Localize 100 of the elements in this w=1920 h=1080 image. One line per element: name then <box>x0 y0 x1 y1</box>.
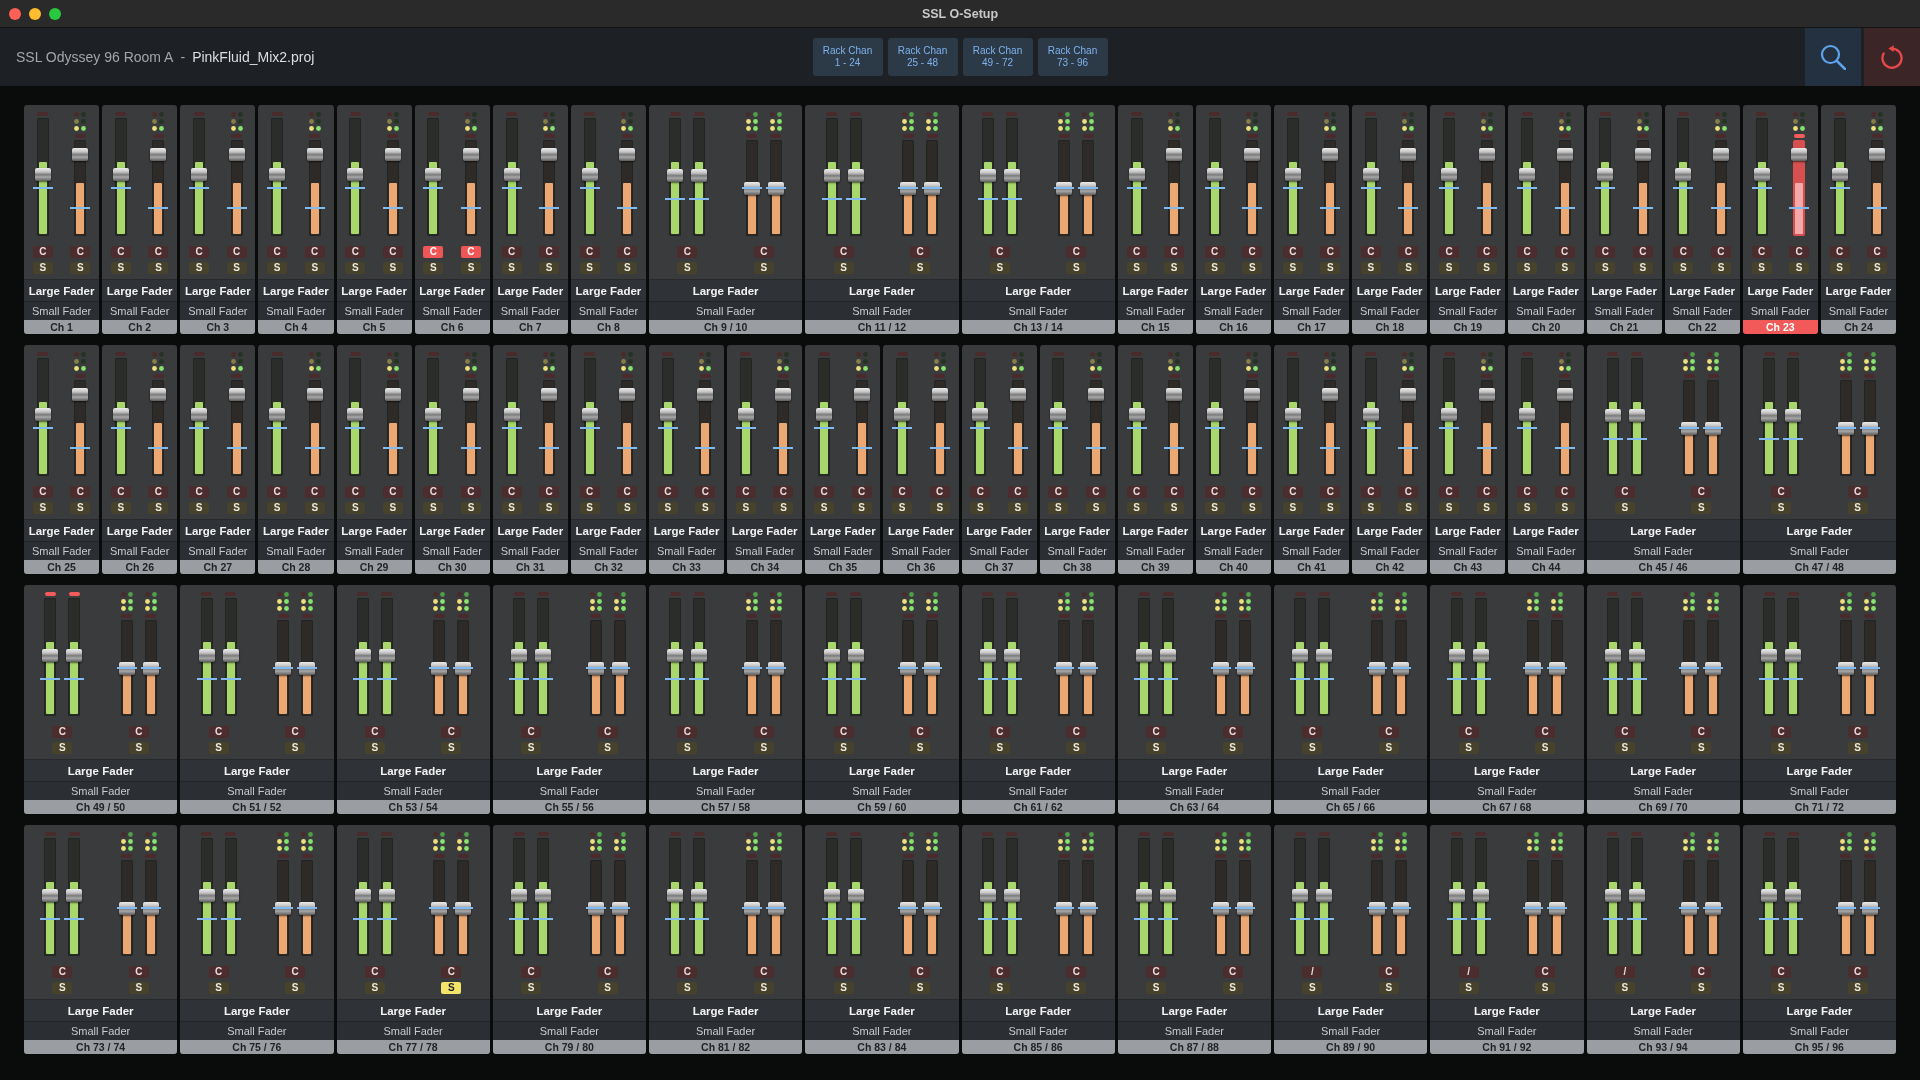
channel-label[interactable]: Ch 59 / 60 <box>805 800 959 814</box>
cut-button[interactable]: C <box>285 726 306 738</box>
solo-button[interactable]: S <box>1320 502 1341 514</box>
cut-button[interactable]: C <box>1320 486 1341 498</box>
fader-knob[interactable] <box>1604 889 1621 903</box>
fader-knob[interactable] <box>979 649 996 663</box>
cut-button[interactable]: C <box>521 966 542 978</box>
solo-button[interactable]: S <box>929 502 950 514</box>
solo-button[interactable]: S <box>1222 742 1243 754</box>
solo-button[interactable]: S <box>52 982 73 994</box>
channel-label[interactable]: Ch 57 / 58 <box>649 800 803 814</box>
cut-button[interactable]: C <box>677 726 698 738</box>
cut-button[interactable]: C <box>1164 486 1185 498</box>
channel-label[interactable]: Ch 1 <box>24 320 100 334</box>
solo-button[interactable]: S <box>1164 262 1185 274</box>
cut-button[interactable]: C <box>1126 246 1147 258</box>
channel-label[interactable]: Ch 5 <box>336 320 412 334</box>
cut-button[interactable]: C <box>1458 726 1479 738</box>
solo-button[interactable]: S <box>460 262 481 274</box>
fader-knob[interactable] <box>1316 649 1333 663</box>
channel-label[interactable]: Ch 24 <box>1820 320 1896 334</box>
cut-button[interactable]: C <box>1710 246 1731 258</box>
cut-button[interactable]: / <box>1614 966 1635 978</box>
solo-button[interactable]: S <box>1476 502 1497 514</box>
cut-button[interactable]: C <box>1535 966 1556 978</box>
solo-button[interactable]: S <box>1535 982 1556 994</box>
cut-button[interactable]: C <box>32 486 53 498</box>
cut-button[interactable]: C <box>814 486 835 498</box>
cut-button[interactable]: C <box>110 246 131 258</box>
solo-button[interactable]: S <box>1614 502 1635 514</box>
solo-button[interactable]: S <box>1146 742 1167 754</box>
fader-knob[interactable] <box>1166 148 1183 162</box>
fader-knob[interactable] <box>667 169 684 183</box>
solo-button[interactable]: S <box>32 262 53 274</box>
cut-button[interactable]: C <box>1204 486 1225 498</box>
cut-button[interactable]: C <box>208 966 229 978</box>
fader-knob[interactable] <box>198 889 215 903</box>
solo-button[interactable]: S <box>189 262 210 274</box>
solo-button[interactable]: S <box>1847 982 1868 994</box>
solo-button[interactable]: S <box>52 742 73 754</box>
channel-label[interactable]: Ch 20 <box>1508 320 1584 334</box>
channel-label[interactable]: Ch 47 / 48 <box>1742 560 1896 574</box>
channel-label[interactable]: Ch 17 <box>1274 320 1350 334</box>
solo-button[interactable]: S <box>189 502 210 514</box>
solo-button[interactable]: S <box>70 502 91 514</box>
refresh-button[interactable] <box>1864 28 1920 86</box>
cut-button[interactable]: C <box>441 966 462 978</box>
fader-knob[interactable] <box>1556 148 1573 162</box>
solo-button[interactable]: S <box>128 742 149 754</box>
cut-button[interactable]: C <box>735 486 756 498</box>
fader-knob[interactable] <box>535 649 552 663</box>
cut-button[interactable]: C <box>1595 246 1616 258</box>
solo-button[interactable]: S <box>1439 262 1460 274</box>
solo-button[interactable]: S <box>364 982 385 994</box>
solo-button[interactable]: S <box>970 502 991 514</box>
fader-knob[interactable] <box>541 148 558 162</box>
fader-knob[interactable] <box>847 889 864 903</box>
fader-knob[interactable] <box>1869 148 1886 162</box>
fader-knob[interactable] <box>347 168 364 182</box>
cut-button[interactable]: C <box>1360 246 1381 258</box>
channel-label[interactable]: Ch 18 <box>1352 320 1428 334</box>
channel-label[interactable]: Ch 28 <box>258 560 334 574</box>
cut-button[interactable]: C <box>501 246 522 258</box>
fader-knob[interactable] <box>737 408 754 422</box>
solo-button[interactable]: S <box>423 502 444 514</box>
fader-knob[interactable] <box>823 889 840 903</box>
solo-button[interactable]: S <box>1751 262 1772 274</box>
fader-knob[interactable] <box>1400 388 1417 402</box>
fader-knob[interactable] <box>1472 889 1489 903</box>
channel-label[interactable]: Ch 39 <box>1117 560 1193 574</box>
fader-knob[interactable] <box>1003 889 1020 903</box>
cut-button[interactable]: C <box>70 486 91 498</box>
channel-label[interactable]: Ch 61 / 62 <box>961 800 1115 814</box>
solo-button[interactable]: S <box>989 742 1010 754</box>
channel-label[interactable]: Ch 83 / 84 <box>805 1040 959 1054</box>
cut-button[interactable]: C <box>267 246 288 258</box>
channel-label[interactable]: Ch 95 / 96 <box>1742 1040 1896 1054</box>
solo-button[interactable]: S <box>989 262 1010 274</box>
cut-button[interactable]: C <box>460 486 481 498</box>
channel-label[interactable]: Ch 89 / 90 <box>1274 1040 1428 1054</box>
solo-button[interactable]: S <box>1710 262 1731 274</box>
fader-knob[interactable] <box>1160 649 1177 663</box>
fader-knob[interactable] <box>150 148 167 162</box>
solo-button[interactable]: S <box>1614 742 1635 754</box>
fader-knob[interactable] <box>222 889 239 903</box>
solo-button[interactable]: S <box>148 502 169 514</box>
fader-knob[interactable] <box>972 408 989 422</box>
fader-knob[interactable] <box>1009 388 1026 402</box>
fader-knob[interactable] <box>697 388 714 402</box>
solo-button[interactable]: S <box>910 742 931 754</box>
fader-knob[interactable] <box>1087 388 1104 402</box>
solo-button[interactable]: S <box>1614 982 1635 994</box>
cut-button[interactable]: C <box>52 966 73 978</box>
solo-button[interactable]: S <box>1847 742 1868 754</box>
solo-button[interactable]: S <box>1360 262 1381 274</box>
cut-button[interactable]: C <box>1691 726 1712 738</box>
channel-label[interactable]: Ch 31 <box>492 560 568 574</box>
channel-label[interactable]: Ch 49 / 50 <box>24 800 178 814</box>
channel-label[interactable]: Ch 44 <box>1508 560 1584 574</box>
solo-button[interactable]: S <box>617 502 638 514</box>
